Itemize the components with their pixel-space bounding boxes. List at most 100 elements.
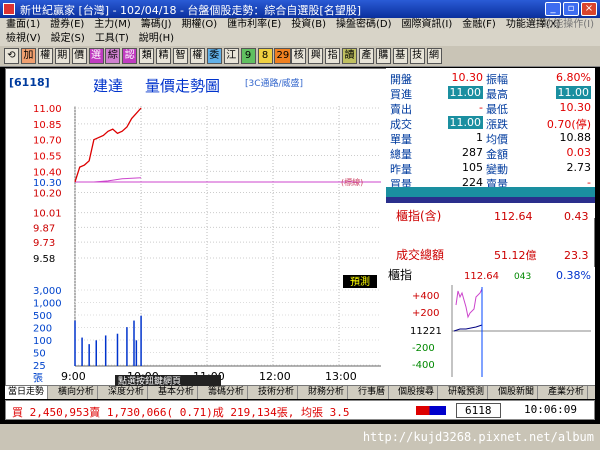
- toolbar-button[interactable]: 產: [358, 48, 374, 64]
- watermark: http://kujd3268.pixnet.net/album: [362, 430, 594, 444]
- menu-item[interactable]: 畫面(1): [6, 19, 40, 30]
- quote-row: 總量 287 金額 0.03: [386, 146, 595, 161]
- index-summary: 櫃指(含) 112.64 0.43 成交總額 51.12億 23.3: [386, 187, 595, 262]
- quote-row: 開盤 10.30 振幅 6.80%: [386, 71, 595, 86]
- average-price-line: [75, 177, 142, 183]
- menu-item[interactable]: 籌碼(J): [141, 19, 172, 30]
- close-button[interactable]: ×: [581, 2, 597, 16]
- toolbar-button[interactable]: 期: [54, 48, 70, 64]
- stock-name: 建達: [93, 77, 123, 95]
- toolbar-button[interactable]: 綜: [105, 48, 121, 64]
- price-tick: 9.58: [33, 254, 55, 265]
- status-code: 6118: [456, 403, 501, 418]
- tab-10[interactable]: 個股新聞: [495, 386, 539, 399]
- toolbar-button[interactable]: 精: [156, 48, 172, 64]
- status-bar: 買 2,450,953賣 1,730,066( 0.71)成 219,134張,…: [5, 400, 595, 420]
- tab-5[interactable]: 技術分析: [255, 386, 299, 399]
- tab-1[interactable]: 橫向分析: [55, 386, 99, 399]
- price-tick: 10.40: [33, 167, 62, 178]
- quote-value: 10.88: [559, 131, 592, 144]
- menu-item[interactable]: 國際資訊(I): [402, 19, 453, 30]
- toolbar-button[interactable]: 購: [375, 48, 391, 64]
- total-turnover-label: 成交總額: [396, 247, 444, 262]
- toolbar-button[interactable]: 權: [189, 48, 205, 64]
- menu-item[interactable]: 檢視(V): [6, 33, 41, 44]
- time-tick: 13:00: [325, 370, 357, 383]
- toolbar-button[interactable]: 29: [274, 48, 292, 64]
- tab-11[interactable]: 產業分析: [545, 386, 589, 399]
- volume-tick: 500: [33, 311, 52, 322]
- menu-item[interactable]: 主力(M): [94, 19, 130, 30]
- menu-bar-secondary: 檢視(V) 設定(S) 工具(T) 說明(H): [0, 32, 600, 46]
- toolbar-button[interactable]: 興: [308, 48, 324, 64]
- volume-tick: 1,000: [33, 299, 62, 310]
- menu-item[interactable]: 操盤密碼(D): [336, 19, 392, 30]
- toolbar-button[interactable]: 認: [122, 48, 138, 64]
- menu-item[interactable]: 工具(T): [95, 33, 129, 44]
- mini-index-value: 112.64: [464, 271, 499, 282]
- tab-0[interactable]: 當日走勢: [5, 386, 49, 399]
- price-tick: 11.00: [33, 104, 62, 115]
- mini-axis-minus200: -200: [412, 343, 435, 354]
- menu-bar: 畫面(1) 證券(E) 主力(M) 籌碼(J) 期權(O) 匯市利率(E) 投資(B) 操盤密…: [0, 18, 600, 32]
- predict-button-label[interactable]: 預測: [350, 275, 370, 288]
- stock-code: [6118]: [9, 76, 50, 89]
- menu-item[interactable]: 設定(S): [51, 33, 85, 44]
- mini-axis-plus400: +400: [412, 291, 439, 302]
- price-tick: 10.70: [33, 136, 62, 147]
- toolbar-button[interactable]: 讀: [342, 48, 357, 64]
- toolbar-button[interactable]: 類: [139, 48, 155, 64]
- analysis-tabs: 當日走勢 橫向分析 深度分析 基本分析 籌碼分析 技術分析 財務分析 行事曆 個股搜尋 研報預測個…: [5, 386, 595, 399]
- toolbar-button[interactable]: 技: [409, 48, 425, 64]
- toolbar-button[interactable]: ⟲: [4, 48, 19, 64]
- time-tick: 12:00: [259, 370, 291, 383]
- maximize-button[interactable]: ▫: [563, 2, 579, 16]
- toolbar-button[interactable]: 9: [240, 48, 256, 64]
- menu-item[interactable]: 說明(H): [139, 33, 174, 44]
- ticker-text: 買 2,450,953賣 1,730,066( 0.71)成 219,134張,…: [12, 406, 350, 419]
- total-turnover-change: 23.3: [564, 249, 589, 262]
- minimize-button[interactable]: _: [545, 2, 561, 16]
- toolbar-button[interactable]: 核: [291, 48, 307, 64]
- toolbar-button[interactable]: 基: [392, 48, 408, 64]
- tab-6[interactable]: 財務分析: [305, 386, 349, 399]
- mini-index-percent: 0.38%: [556, 269, 591, 282]
- tab-8[interactable]: 個股搜尋: [395, 386, 439, 399]
- toolbar-button[interactable]: 網: [426, 48, 442, 64]
- quote-value: 11.00: [447, 116, 483, 129]
- toolbar-button[interactable]: 委: [206, 48, 222, 64]
- toolbar-button[interactable]: 選: [88, 48, 104, 64]
- quote-label: 變動: [486, 163, 508, 176]
- price-tick: 9.73: [33, 238, 55, 249]
- tab-7[interactable]: 行事曆: [355, 386, 390, 399]
- watermark-bar: http://kujd3268.pixnet.net/album: [0, 424, 600, 450]
- mini-axis-minus400: -400: [412, 360, 435, 371]
- quote-label: 開盤: [390, 73, 412, 86]
- toolbar-button[interactable]: 加: [20, 48, 36, 64]
- menu-function-ops[interactable]: 功能操作(I): [543, 18, 594, 32]
- quote-value: 10.30: [451, 71, 484, 84]
- menu-item[interactable]: 投資(B): [291, 19, 326, 30]
- menu-item[interactable]: 期權(O): [182, 19, 218, 30]
- quote-label: 漲跌: [486, 118, 508, 131]
- toolbar-button[interactable]: 智: [173, 48, 188, 64]
- toolbar-button[interactable]: 江: [223, 48, 239, 64]
- buy-sell-ratio-bar: [416, 406, 446, 415]
- toolbar: ⟲ 加權期價選綜認類精智權委江 9 8 29 核興指讀產購基技網: [0, 46, 600, 67]
- volume-tick: 張: [33, 373, 43, 385]
- tab-2[interactable]: 深度分析: [105, 386, 149, 399]
- tab-3[interactable]: 基本分析: [155, 386, 199, 399]
- menu-item[interactable]: 證券(E): [50, 19, 84, 30]
- toolbar-button[interactable]: 8: [257, 48, 273, 64]
- tab-9[interactable]: 研報預測: [445, 386, 489, 399]
- tab-4[interactable]: 籌碼分析: [205, 386, 249, 399]
- price-volume-chart: [6118] 建達 量價走勢圖 [3C通路/威盛] 11.00 10.85 10.7…: [9, 76, 381, 386]
- price-tick: 10.20: [33, 189, 62, 200]
- otc-index-change: 0.43: [564, 210, 589, 223]
- quote-value: 0.70(停): [546, 118, 591, 131]
- toolbar-button[interactable]: 價: [71, 48, 87, 64]
- toolbar-button[interactable]: 指: [325, 48, 341, 64]
- toolbar-button[interactable]: 權: [37, 48, 53, 64]
- menu-item[interactable]: 匯市利率(E): [227, 19, 281, 30]
- menu-item[interactable]: 金融(F): [462, 19, 496, 30]
